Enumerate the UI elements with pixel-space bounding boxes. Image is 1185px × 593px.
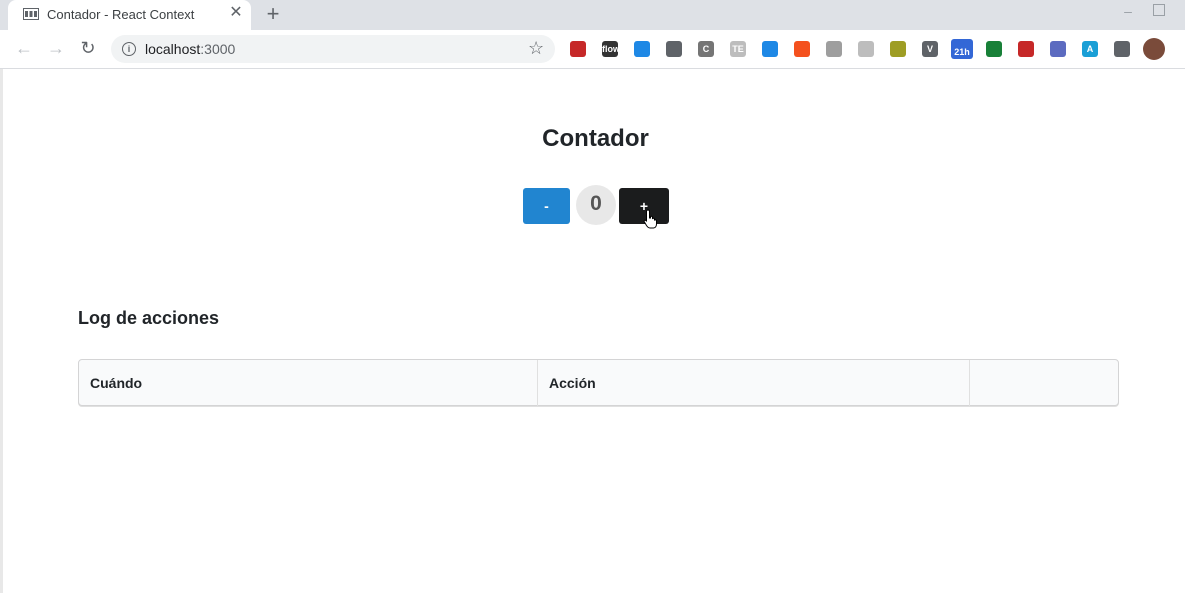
reload-icon[interactable]: ↻ (78, 38, 98, 58)
back-icon[interactable]: ← (14, 38, 34, 58)
hand-pointer-icon (643, 209, 657, 229)
counter-value: 0 (576, 185, 616, 225)
puzzle-icon[interactable] (1114, 41, 1130, 57)
browser-toolbar: ← → ↻ i localhost:3000 ☆ flow C TE V 21h A (0, 30, 1185, 69)
tab-close-icon[interactable]: ✕ (228, 5, 244, 21)
forward-icon[interactable]: → (46, 38, 66, 58)
c-icon[interactable]: C (698, 41, 714, 57)
table-header-when: Cuándo (79, 360, 538, 406)
calendar-icon[interactable]: 21h (951, 39, 973, 59)
url-port: :3000 (200, 41, 236, 57)
trello-icon[interactable] (762, 41, 778, 57)
url-text: localhost:3000 (145, 41, 235, 57)
browser-tab[interactable]: Contador - React Context ✕ (8, 0, 251, 30)
tab-favicon-icon (23, 8, 39, 20)
te-icon[interactable]: TE (730, 41, 746, 57)
ext-red-icon[interactable] (570, 41, 586, 57)
decrement-button[interactable]: - (523, 188, 570, 224)
table-header-action: Acción (538, 360, 970, 406)
page-content: Contador - 0 + Log de acciones Cuándo Ac… (0, 69, 1185, 593)
sun-icon[interactable] (1050, 41, 1066, 57)
tab-strip: Contador - React Context ✕ + – (0, 0, 1185, 30)
flow-icon[interactable]: flow (602, 41, 618, 57)
list-icon[interactable] (890, 41, 906, 57)
maximize-icon[interactable] (1153, 4, 1165, 16)
log-title: Log de acciones (78, 308, 220, 328)
play-icon[interactable] (1018, 41, 1034, 57)
address-bar[interactable]: i localhost:3000 ☆ (111, 35, 555, 63)
vue-icon[interactable]: V (922, 41, 938, 57)
minimize-icon[interactable]: – (1121, 4, 1135, 18)
profile-avatar[interactable] (1143, 38, 1165, 60)
tab-title: Contador - React Context (47, 7, 195, 22)
orange-circle-icon[interactable] (794, 41, 810, 57)
table-header-empty (970, 360, 1118, 406)
dot-icon[interactable] (826, 41, 842, 57)
grid-icon[interactable] (666, 41, 682, 57)
bookmark-star-icon[interactable]: ☆ (528, 38, 544, 58)
a-icon[interactable]: A (1082, 41, 1098, 57)
log-table: Cuándo Acción (78, 359, 1119, 406)
url-host: localhost (145, 41, 201, 57)
ring-icon[interactable] (858, 41, 874, 57)
sheets-icon[interactable] (986, 41, 1002, 57)
info-icon[interactable]: i (122, 42, 136, 56)
page-title: Contador (542, 125, 649, 152)
new-tab-button[interactable]: + (263, 3, 283, 25)
cube-icon[interactable] (634, 41, 650, 57)
